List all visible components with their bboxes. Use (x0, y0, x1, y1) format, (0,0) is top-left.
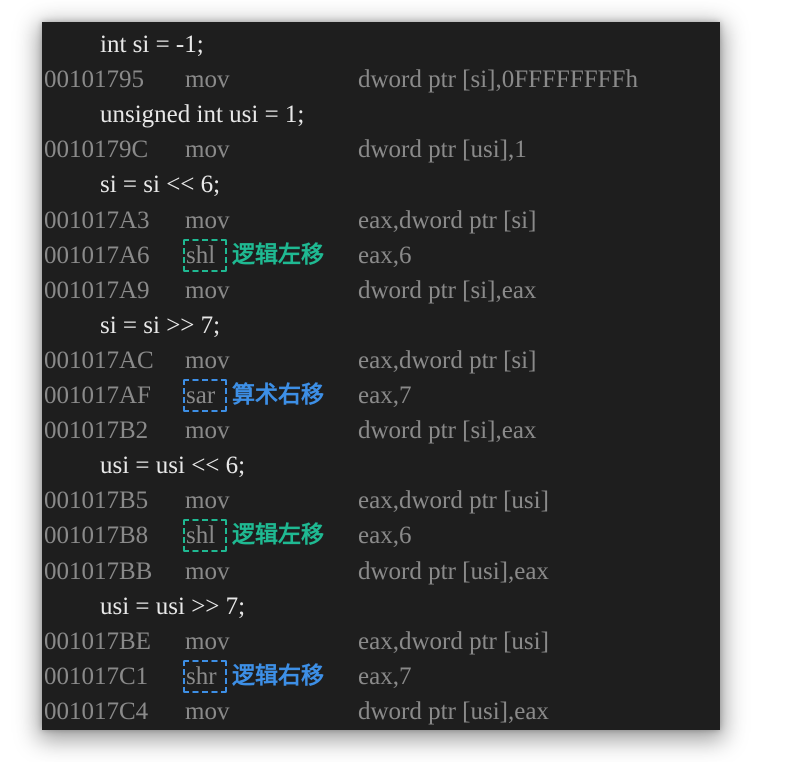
instruction-operands: dword ptr [usi],eax (358, 697, 549, 725)
source-line: usi = usi >> 7; (100, 592, 246, 620)
asm-line: 001017B2 mov dword ptr [si],eax (42, 413, 720, 448)
instruction-operands: dword ptr [si],0FFFFFFFFh (358, 66, 638, 94)
asm-line: 001017B5 mov eax,dword ptr [usi] (42, 483, 720, 518)
instruction-operands: eax,7 (358, 662, 412, 690)
asm-line: 001017A3 mov eax,dword ptr [si] (42, 203, 720, 238)
instruction-mnemonic: mov (185, 206, 230, 234)
source-line: int si = -1; (100, 31, 204, 58)
instruction-mnemonic: mov (185, 66, 230, 94)
instruction-address: 001017B8 (44, 522, 149, 550)
instruction-mnemonic: mov (185, 557, 230, 585)
instruction-operands: eax,6 (358, 522, 412, 550)
instruction-address: 001017B5 (44, 487, 149, 515)
shift-annotation: 逻辑左移 (232, 522, 324, 549)
instruction-address: 001017BB (44, 557, 153, 585)
instruction-address: 001017AF (44, 382, 151, 409)
instruction-address: 001017C4 (44, 697, 149, 725)
instruction-mnemonic: mov (185, 136, 230, 164)
instruction-operands: dword ptr [usi],1 (358, 136, 527, 164)
asm-line: 001017A9 mov dword ptr [si],eax (42, 273, 720, 308)
highlight-box (183, 238, 227, 272)
asm-line: 00101795 mov dword ptr [si],0FFFFFFFFh (42, 62, 720, 97)
instruction-address: 001017BE (44, 627, 151, 655)
instruction-mnemonic: mov (185, 276, 230, 304)
instruction-operands: eax,dword ptr [usi] (358, 487, 549, 515)
instruction-operands: eax,6 (358, 241, 412, 269)
instruction-mnemonic: mov (185, 346, 230, 374)
instruction-address: 001017AC (44, 346, 154, 374)
instruction-mnemonic: mov (185, 417, 230, 445)
source-line: si = si >> 7; (100, 311, 221, 339)
disassembly-panel: int si = -1; 00101795 mov dword ptr [si],0F… (42, 22, 720, 730)
instruction-address: 001017A6 (44, 241, 150, 269)
asm-line: 001017BE mov eax,dword ptr [usi] (42, 624, 720, 659)
asm-line: 001017B8 shl 逻辑左移 eax,6 (42, 518, 720, 553)
instruction-operands: eax,dword ptr [si] (358, 206, 537, 234)
instruction-mnemonic: mov (185, 627, 230, 655)
instruction-address: 001017A9 (44, 276, 150, 304)
highlight-box (183, 659, 227, 693)
instruction-address: 001017C1 (44, 662, 149, 690)
shift-annotation: 逻辑左移 (232, 241, 324, 268)
asm-line: 001017AF sar 算术右移 eax,7 (42, 378, 720, 413)
asm-line: 001017BB mov dword ptr [usi],eax (42, 554, 720, 589)
asm-line: 0010179C mov dword ptr [usi],1 (42, 132, 720, 167)
instruction-operands: eax,dword ptr [usi] (358, 627, 549, 655)
highlight-box (183, 379, 227, 412)
shift-annotation: 算术右移 (232, 382, 324, 408)
asm-line: 001017A6 shl 逻辑左移 eax,6 (42, 238, 720, 273)
instruction-address: 0010179C (44, 136, 149, 164)
instruction-address: 001017B2 (44, 417, 149, 445)
asm-line: 001017C4 mov dword ptr [usi],eax (42, 694, 720, 729)
instruction-mnemonic: mov (185, 697, 230, 725)
instruction-operands: dword ptr [si],eax (358, 276, 537, 304)
instruction-address: 001017A3 (44, 206, 150, 234)
shift-annotation: 逻辑右移 (232, 662, 324, 689)
source-line: usi = usi << 6; (100, 452, 246, 480)
instruction-operands: eax,7 (358, 382, 412, 409)
asm-line: 001017AC mov eax,dword ptr [si] (42, 343, 720, 378)
instruction-operands: dword ptr [si],eax (358, 417, 537, 445)
asm-line: 001017C1 shr 逻辑右移 eax,7 (42, 659, 720, 694)
instruction-operands: dword ptr [usi],eax (358, 557, 549, 585)
source-line: si = si << 6; (100, 171, 221, 199)
highlight-box (183, 519, 227, 553)
instruction-operands: eax,dword ptr [si] (358, 346, 537, 374)
source-line: unsigned int usi = 1; (100, 101, 305, 129)
instruction-address: 00101795 (44, 66, 144, 94)
instruction-mnemonic: mov (185, 487, 230, 515)
